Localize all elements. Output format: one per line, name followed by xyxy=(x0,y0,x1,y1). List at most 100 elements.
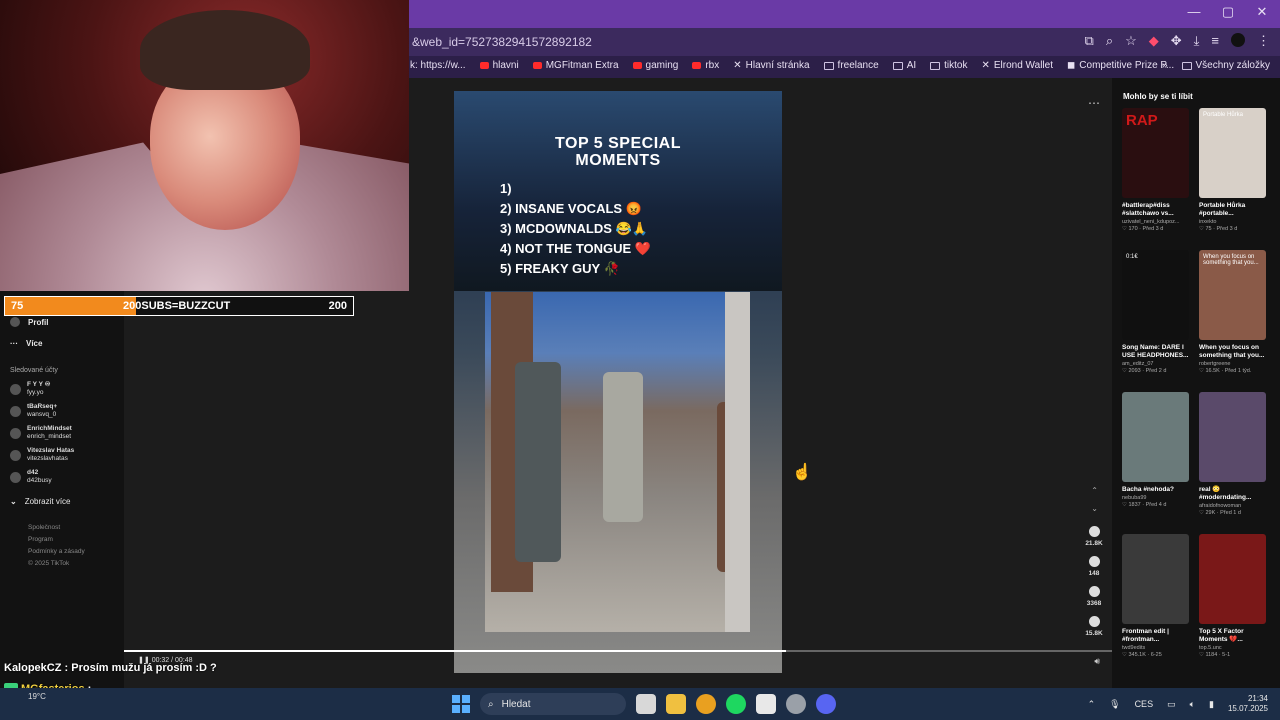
following-handle: d42busy xyxy=(27,477,52,484)
following-item[interactable]: d42 d42busy xyxy=(10,469,52,485)
bookmark-item[interactable]: rbx xyxy=(692,60,719,71)
card-username[interactable]: afraidofnowoman xyxy=(1199,503,1266,509)
network-icon[interactable]: ▭ xyxy=(1167,699,1176,710)
window-controls: — ▢ ✕ xyxy=(1184,4,1272,20)
url-text[interactable]: &web_id=7527382941572892182 xyxy=(412,35,592,49)
card-stats-label: 16.5K · Před 1 týd. xyxy=(1205,368,1252,374)
video-thumbnail[interactable] xyxy=(1122,534,1189,624)
more-options-icon[interactable]: ⋯ xyxy=(1088,96,1100,110)
chrome-icon[interactable] xyxy=(696,694,716,714)
battery-icon[interactable]: ▮ xyxy=(1209,699,1214,710)
video-thumbnail[interactable] xyxy=(1199,392,1266,482)
bookmark-item[interactable]: MGFitman Extra xyxy=(532,60,619,71)
capcut-alt-icon[interactable] xyxy=(756,694,776,714)
person-2 xyxy=(603,372,643,522)
card-stats-label: 1837 · Před 4 d xyxy=(1128,502,1167,508)
video-progress-bar[interactable] xyxy=(124,650,1112,652)
bookmark-item[interactable]: gaming xyxy=(632,60,678,71)
bookmark-item[interactable]: ◼ Competitive Prize P... xyxy=(1067,60,1174,71)
video-thumbnail[interactable]: Portable Hůrka xyxy=(1199,108,1266,198)
chevron-right-icon[interactable]: » xyxy=(1162,60,1168,71)
spotify-icon[interactable] xyxy=(726,694,746,714)
card-username[interactable]: top.5.unc xyxy=(1199,645,1266,651)
windows-start-icon[interactable] xyxy=(452,695,470,713)
card-username[interactable]: inxekto xyxy=(1199,219,1266,225)
card-username[interactable]: robertgreene xyxy=(1199,361,1266,367)
taskbar-search[interactable]: ⌕ Hledat xyxy=(480,693,626,715)
card-username[interactable]: uzivatel_neni_kdupoz... xyxy=(1122,219,1189,225)
nav-profile[interactable]: Profil xyxy=(10,317,48,327)
following-item[interactable]: EnrichMindset enrich_mindset xyxy=(10,425,72,441)
profile-avatar[interactable] xyxy=(1231,33,1245,47)
recommendation-card[interactable]: Portable Hůrka Portable Hůrka #portable..… xyxy=(1199,108,1266,232)
minimize-button[interactable]: — xyxy=(1184,4,1204,20)
footer-link[interactable]: Program xyxy=(28,536,53,543)
capcut-icon[interactable] xyxy=(636,694,656,714)
bookmark-item[interactable]: hlavni xyxy=(479,60,519,71)
card-username[interactable]: nebuba99 xyxy=(1122,495,1189,501)
all-bookmarks[interactable]: Všechny záložky xyxy=(1181,60,1270,71)
footer-link[interactable]: Společnost xyxy=(28,524,60,531)
footer-link[interactable]: Podmínky a zásady xyxy=(28,548,85,555)
card-username[interactable]: am_editz_07 xyxy=(1122,361,1189,367)
recommendation-card[interactable]: RAP #battlerap#diss #slattchawo vs... uziv… xyxy=(1122,108,1189,232)
recommendation-card[interactable]: When you focus on something that you... W… xyxy=(1199,250,1266,374)
video-thumbnail[interactable]: RAP xyxy=(1122,108,1189,198)
language-indicator[interactable]: CES xyxy=(1135,699,1154,709)
card-username[interactable]: twd9edits xyxy=(1122,645,1189,651)
bookmark-item[interactable]: k: https://w... xyxy=(410,60,466,71)
microphone-icon[interactable]: 🎙︎ xyxy=(1109,699,1120,710)
video-player[interactable]: TOP 5 SPECIAL MOMENTS 1) 2) INSANE VOCALS… xyxy=(454,91,782,673)
video-thumbnail[interactable]: When you focus on something that you... xyxy=(1199,250,1266,340)
nav-more[interactable]: ··· Více xyxy=(10,339,42,348)
shares-count: 15.8K xyxy=(1085,630,1103,637)
zoom-icon[interactable]: ⌕ xyxy=(1106,33,1113,49)
chevron-up-icon[interactable]: ⌃ xyxy=(1091,486,1098,495)
chevron-down-icon[interactable]: ⌄ xyxy=(1091,504,1098,513)
steam-icon[interactable] xyxy=(786,694,806,714)
following-item[interactable]: tBaRseq+ wansvq_0 xyxy=(10,403,57,419)
card-stats: ♡ 2093 · Před 2 d xyxy=(1122,368,1189,374)
recommendation-card[interactable]: Frontman edit | #frontman... twd9edits ♡ 3… xyxy=(1122,534,1189,658)
file-explorer-icon[interactable] xyxy=(666,694,686,714)
install-app-icon[interactable]: ⧉ xyxy=(1085,33,1094,49)
video-thumbnail[interactable] xyxy=(1122,392,1189,482)
recommendation-card[interactable]: Top 5 X Factor Moments 💔... top.5.unc ♡ 11… xyxy=(1199,534,1266,658)
bookmark-item[interactable]: freelance xyxy=(823,60,879,71)
recommendation-card[interactable]: 0:1€ Song Name: DARE I USE HEADPHONES... a… xyxy=(1122,250,1189,374)
chevron-up-icon[interactable]: ⌃ xyxy=(1088,699,1096,710)
video-thumbnail[interactable]: 0:1€ xyxy=(1122,250,1189,340)
following-item[interactable]: Vitezslav Hatas vitezslavhatas xyxy=(10,447,74,463)
recommendation-card[interactable]: Bacha #nehoda? nebuba99 ♡ 1837 · Před 4 d xyxy=(1122,392,1189,508)
volume-icon[interactable]: 🔈︎ xyxy=(1190,699,1195,710)
bookmark-label: hlavni xyxy=(492,60,519,71)
bookmark-item[interactable]: ✕ Elrond Wallet xyxy=(981,60,1053,71)
following-text: EnrichMindset enrich_mindset xyxy=(27,425,72,441)
following-handle: vitezslavhatas xyxy=(27,455,68,462)
bookmark-icon[interactable] xyxy=(1088,586,1100,597)
recommendation-card[interactable]: real 😳 #moderndating... afraidofnowoman ♡ … xyxy=(1199,392,1266,516)
bookmark-label: AI xyxy=(906,60,917,71)
download-icon[interactable]: ⤓ xyxy=(1194,33,1200,49)
media-icon[interactable]: ≡ xyxy=(1211,33,1219,49)
maximize-button[interactable]: ▢ xyxy=(1218,4,1238,20)
comment-icon[interactable] xyxy=(1088,556,1100,567)
extensions-puzzle-icon[interactable]: ✥ xyxy=(1171,33,1182,49)
volume-icon[interactable]: 🔊︎ xyxy=(1094,656,1100,667)
show-more-button[interactable]: ⌄ Zobrazit více xyxy=(10,497,71,506)
weather-widget[interactable]: 19°C xyxy=(28,692,46,701)
bookmark-item[interactable]: ✕ Hlavní stránka xyxy=(733,60,809,71)
thumbnail-text: When you focus on something that you... xyxy=(1203,254,1259,266)
close-button[interactable]: ✕ xyxy=(1252,4,1272,20)
heart-icon[interactable] xyxy=(1088,526,1100,537)
discord-icon[interactable] xyxy=(816,694,836,714)
extension-icon[interactable]: ◆ xyxy=(1149,33,1159,49)
clock[interactable]: 21:34 15.07.2025 xyxy=(1228,694,1268,714)
bookmark-item[interactable]: tiktok xyxy=(930,60,967,71)
menu-icon[interactable]: ⋮ xyxy=(1257,33,1270,49)
video-thumbnail[interactable] xyxy=(1199,534,1266,624)
share-icon[interactable] xyxy=(1088,616,1100,627)
bookmark-item[interactable]: AI xyxy=(892,60,917,71)
bookmark-star-icon[interactable]: ☆ xyxy=(1125,33,1137,49)
following-item[interactable]: F Y Y ♾ fyy.yo xyxy=(10,381,50,397)
